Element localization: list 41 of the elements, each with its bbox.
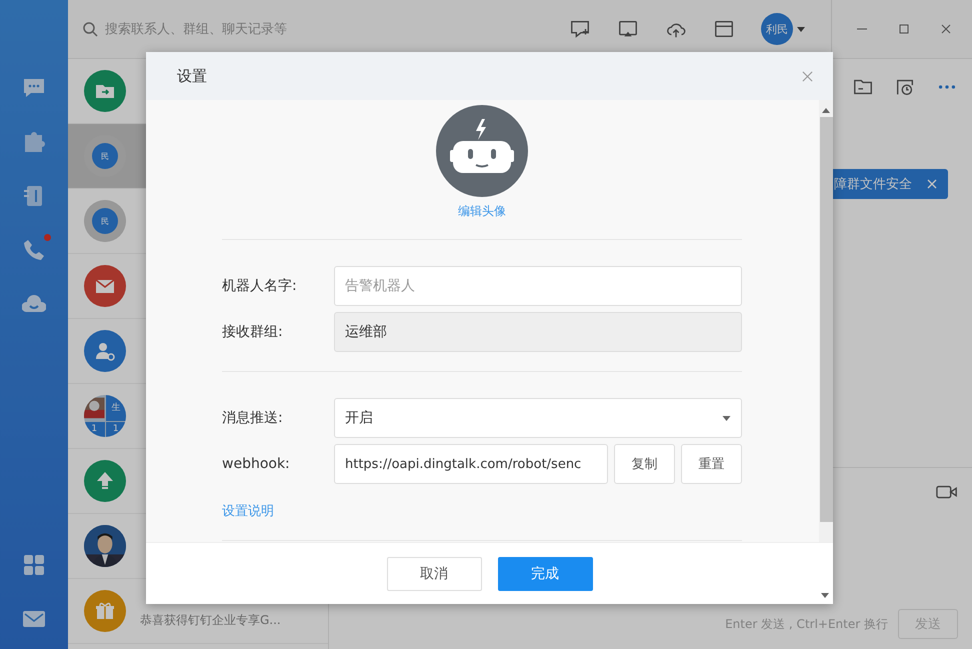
group-avatar-text: 民: [92, 208, 118, 234]
phone-icon[interactable]: [22, 238, 46, 262]
search-icon: [82, 21, 98, 37]
scroll-down-icon[interactable]: [821, 593, 829, 598]
field-label: 机器人名字:: [222, 277, 298, 295]
shortcut-hint: Enter 发送 , Ctrl+Enter 换行: [725, 616, 888, 632]
add-chat-icon[interactable]: [569, 18, 591, 40]
group-field: 运维部: [334, 312, 742, 352]
confirm-button[interactable]: 完成: [498, 556, 592, 590]
action-button[interactable]: 重置: [681, 444, 742, 484]
chat-preview: 恭喜获得钉钉企业专享G...: [140, 612, 281, 629]
field-label: webhook:: [222, 456, 291, 472]
close-icon[interactable]: [940, 23, 952, 35]
help-link[interactable]: 设置说明: [222, 502, 742, 520]
maximize-icon[interactable]: [898, 23, 910, 35]
dialog-title: 设置: [177, 66, 207, 86]
name-field[interactable]: 告警机器人: [334, 266, 742, 306]
field-label: 消息推送:: [222, 409, 284, 427]
caret-icon[interactable]: [797, 26, 805, 32]
push-dropdown[interactable]: 开启: [334, 398, 742, 438]
grid-text: 1: [106, 422, 126, 437]
action-button[interactable]: 复制: [614, 444, 675, 484]
apps-icon[interactable]: [22, 553, 46, 577]
scroll-up-icon[interactable]: [822, 108, 830, 113]
edit-avatar-link[interactable]: 编辑头像: [458, 203, 506, 220]
user-avatar[interactable]: 利民: [761, 13, 793, 45]
cancel-button[interactable]: 取消: [386, 556, 482, 590]
search-field[interactable]: 搜索联系人、群组、聊天记录等: [82, 20, 382, 38]
field-label: 接收群组:: [222, 323, 284, 341]
close-icon[interactable]: [802, 70, 813, 82]
group-avatar-text: 民: [92, 143, 118, 169]
video-camera-icon[interactable]: [936, 484, 958, 500]
window-icon[interactable]: [713, 18, 735, 40]
robot-avatar[interactable]: [436, 105, 528, 197]
grid-text: 1: [84, 422, 104, 437]
scrollbar[interactable]: [819, 100, 833, 542]
grid-text: 生: [106, 395, 126, 421]
webhook-field[interactable]: https://oapi.dingtalk.com/robot/senc: [334, 444, 608, 484]
tooltip-text: 障群文件安全: [834, 176, 912, 193]
caret-icon: [722, 416, 731, 420]
chat-icon[interactable]: [22, 76, 46, 100]
